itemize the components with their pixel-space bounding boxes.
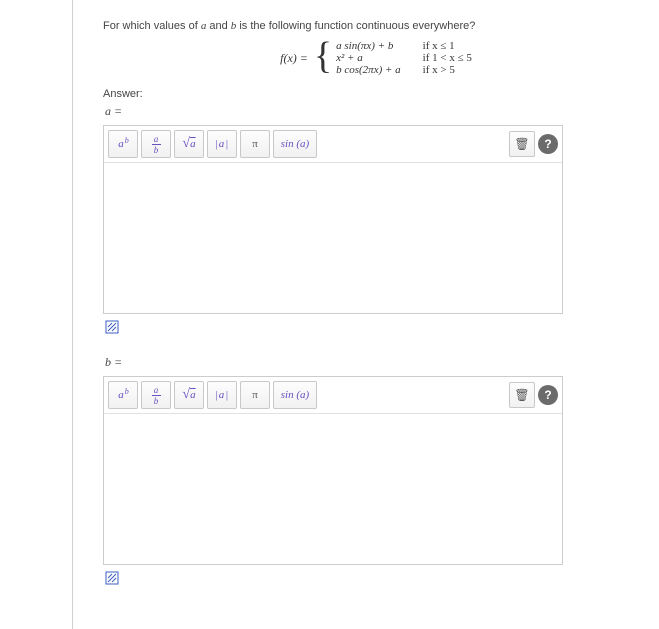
pi-button[interactable]: π: [240, 130, 270, 158]
input-a[interactable]: [104, 163, 562, 313]
question-text: For which values of a and b is the follo…: [103, 20, 659, 32]
part-b-label: b =: [105, 355, 659, 370]
toolbar-b: ab a b √a |a| π sin (a): [104, 377, 562, 414]
fraction-button[interactable]: a b: [141, 130, 171, 158]
resize-handle-icon[interactable]: [105, 320, 119, 334]
resize-handle-icon[interactable]: [105, 571, 119, 585]
question-suffix: is the following function continuous eve…: [236, 20, 475, 32]
trash-icon: 🗑: [514, 137, 529, 151]
sin-button[interactable]: sin (a): [273, 130, 317, 158]
help-button[interactable]: ?: [538, 385, 558, 405]
pi-button[interactable]: π: [240, 381, 270, 409]
abs-button[interactable]: |a|: [207, 130, 237, 158]
equation: f(x) = { a sin(πx) + b if x ≤ 1 x² + a i…: [103, 40, 659, 76]
toolbar-a: ab a b √a |a| π sin (a): [104, 126, 562, 163]
sqrt-button[interactable]: √a: [174, 130, 204, 158]
equation-cases: a sin(πx) + b if x ≤ 1 x² + a if 1 < x ≤…: [336, 40, 482, 76]
help-icon: ?: [544, 137, 551, 151]
case-cond-1: if 1 < x ≤ 5: [423, 52, 472, 64]
abs-button[interactable]: |a|: [207, 381, 237, 409]
brace-icon: {: [314, 40, 332, 72]
trash-button[interactable]: 🗑: [509, 382, 535, 408]
case-cond-2: if x > 5: [423, 64, 455, 76]
fraction-button[interactable]: a b: [141, 381, 171, 409]
help-icon: ?: [544, 388, 551, 402]
editor-a: ab a b √a |a| π sin (a): [103, 125, 563, 314]
sqrt-button[interactable]: √a: [174, 381, 204, 409]
answer-label: Answer:: [103, 88, 659, 100]
case-expr-2: b cos(2πx) + a: [336, 64, 401, 76]
case-expr-0: a sin(πx) + b: [336, 40, 393, 52]
trash-button[interactable]: 🗑: [509, 131, 535, 157]
part-a-label: a =: [105, 104, 659, 119]
power-button[interactable]: ab: [108, 381, 138, 409]
power-button[interactable]: ab: [108, 130, 138, 158]
case-cond-0: if x ≤ 1: [423, 40, 455, 52]
trash-icon: 🗑: [514, 388, 529, 402]
help-button[interactable]: ?: [538, 134, 558, 154]
editor-b: ab a b √a |a| π sin (a): [103, 376, 563, 565]
case-expr-1: x² + a: [336, 52, 363, 64]
sin-button[interactable]: sin (a): [273, 381, 317, 409]
question-panel: For which values of a and b is the follo…: [72, 0, 659, 629]
equation-lhs: f(x) =: [280, 51, 308, 66]
question-prefix: For which values of: [103, 20, 201, 32]
input-b[interactable]: [104, 414, 562, 564]
question-mid: and: [206, 20, 230, 32]
